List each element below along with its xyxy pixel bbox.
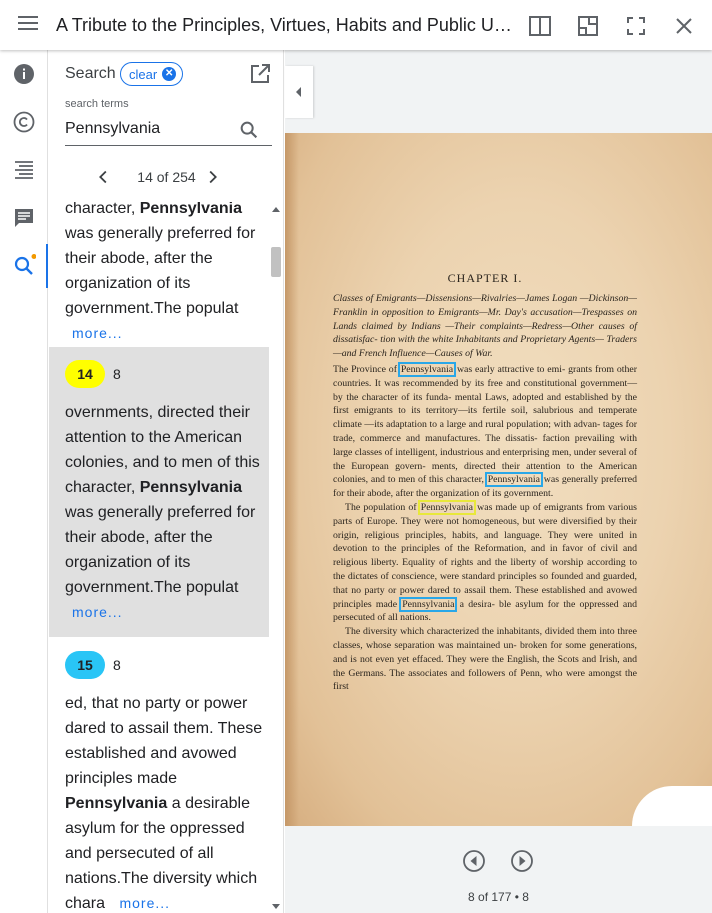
clear-label: clear [129,66,158,82]
list-item[interactable]: 15 8 ed, that no party or power dared to… [49,638,269,913]
result-snippet: character, Pennsylvania was generally pr… [65,202,256,341]
previous-page-icon[interactable] [462,849,486,873]
info-icon[interactable] [12,62,36,86]
top-bar: A Tribute to the Principles, Virtues, Ha… [0,0,712,50]
paragraph-1: The Province of Pennsylvania was early a… [333,361,637,500]
comment-icon[interactable] [12,206,36,230]
book-title: A Tribute to the Principles, Virtues, Ha… [56,15,516,35]
two-page-view-icon[interactable] [528,14,552,38]
search-highlight[interactable]: Pennsylvania [399,596,458,612]
more-link[interactable]: more... [119,895,170,911]
list-item[interactable]: 14 8 overnments, directed their attentio… [49,347,269,637]
search-terms-label: search terms [65,98,129,110]
page-text: CHAPTER I. Classes of Emigrants—Dissensi… [333,271,637,694]
collapse-panel-button[interactable] [285,66,313,118]
page-blot [632,786,712,826]
paragraph-3: The diversity which characterized the in… [333,626,637,693]
search-heading: Search [65,65,116,82]
more-link[interactable]: more... [72,604,123,620]
result-term: Pennsylvania [65,795,168,812]
result-page: 8 [113,366,121,382]
viewer-controls: 8 of 177 • 8 [285,837,712,913]
chapter-summary: Classes of Emigrants—Dissensions—Rivalri… [333,293,637,360]
current-search-highlight[interactable]: Pennsylvania [417,499,477,515]
clear-button[interactable]: clear ✕ [120,62,184,86]
book-page-scan: CHAPTER I. Classes of Emigrants—Dissensi… [285,133,712,826]
close-icon[interactable] [672,14,696,38]
clear-x-icon: ✕ [162,67,177,81]
chevron-right-icon[interactable] [201,166,223,188]
menu-icon[interactable] [18,16,38,34]
active-indicator [46,244,48,288]
result-term: Pennsylvania [139,479,242,496]
toc-icon[interactable] [12,158,36,182]
search-highlight[interactable]: Pennsylvania [397,361,457,377]
result-snippet: ed, that no party or power dared to assa… [65,695,263,912]
result-pager: 14 of 254 [49,163,284,193]
search-highlight[interactable]: Pennsylvania [484,472,543,488]
list-item[interactable]: character, Pennsylvania was generally pr… [49,202,269,347]
fullscreen-icon[interactable] [624,14,648,38]
scroll-thumb[interactable] [271,247,281,277]
scroll-up-icon[interactable] [272,207,280,212]
copyright-icon[interactable] [12,110,36,134]
thumbnail-view-icon[interactable] [576,14,600,38]
next-page-icon[interactable] [510,849,534,873]
page-viewer: CHAPTER I. Classes of Emigrants—Dissensi… [285,50,712,913]
more-link[interactable]: more... [72,325,123,341]
scroll-down-icon[interactable] [272,904,280,909]
left-rail [0,50,48,913]
search-panel: Search clear ✕ search terms 14 of 254 ch… [49,50,284,913]
page-status: 8 of 177 • 8 [468,890,529,904]
search-input[interactable] [65,118,235,140]
open-in-new-icon[interactable] [248,62,272,86]
search-submit-icon[interactable] [238,119,260,141]
search-icon[interactable] [12,254,36,278]
chevron-left-icon [296,87,301,97]
results-list: character, Pennsylvania was generally pr… [49,202,269,913]
result-snippet: overnments, directed their attention to … [65,404,260,620]
results-scrollbar[interactable] [269,202,283,913]
paragraph-2: The population of Pennsylvania was made … [333,499,637,624]
result-page: 8 [113,657,121,673]
chapter-heading: CHAPTER I. [447,271,523,285]
result-count: 14 of 254 [137,169,196,185]
result-number-badge: 15 [65,651,105,679]
result-number-badge: 14 [65,360,105,388]
search-box [65,114,272,146]
